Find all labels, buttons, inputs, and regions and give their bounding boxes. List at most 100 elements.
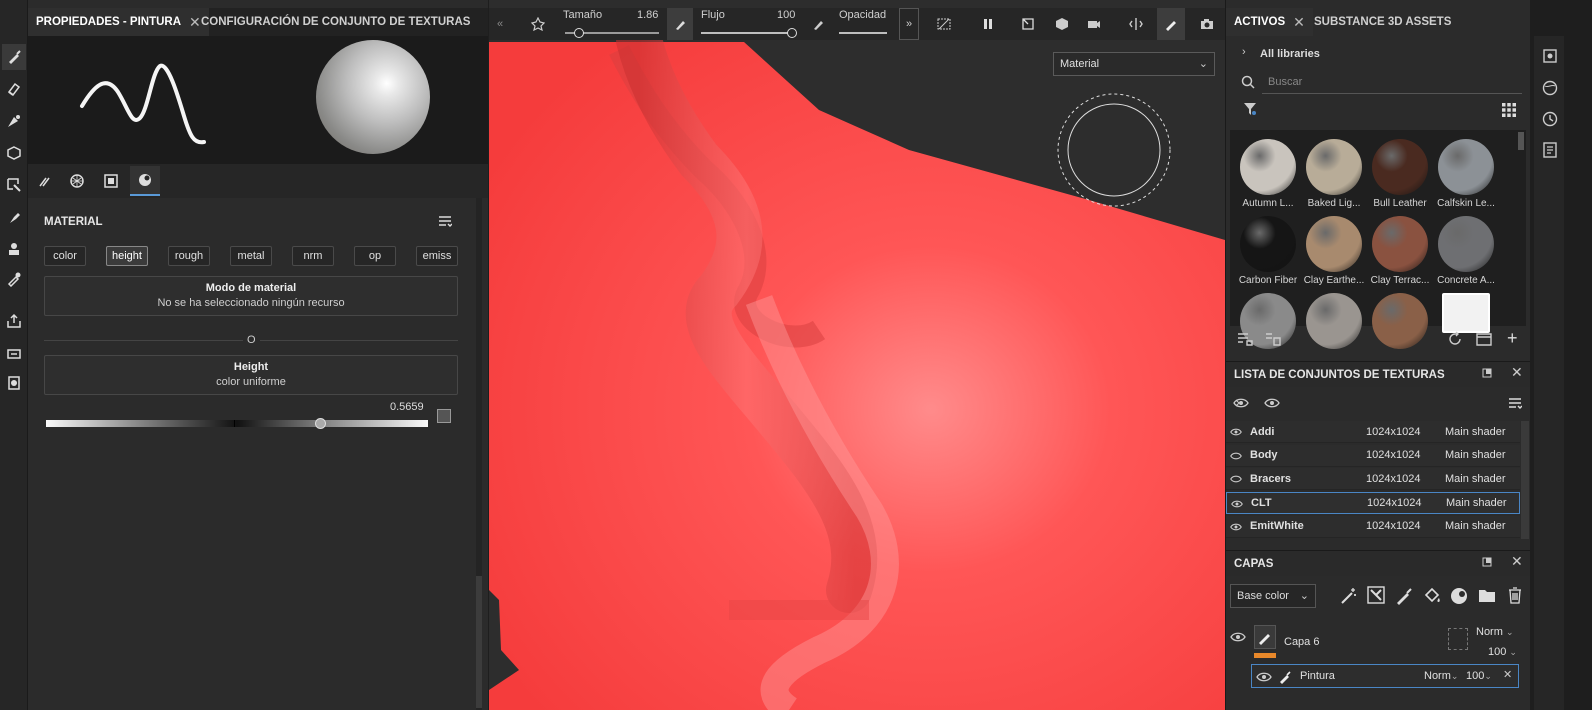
eraser-icon[interactable] <box>2 76 26 102</box>
effect-row-pintura[interactable]: Pintura Norm⌄ 100⌄ ✕ <box>1251 664 1519 688</box>
brush-icon[interactable] <box>2 44 26 70</box>
export-icon[interactable] <box>2 308 26 334</box>
expand-icon[interactable]: » <box>899 8 919 40</box>
add-effect-icon[interactable] <box>1340 587 1358 605</box>
new-folder-icon[interactable] <box>1476 331 1492 347</box>
brush-tip-icon[interactable] <box>30 166 60 196</box>
viewport-channel-select[interactable]: Material ⌄ <box>1053 52 1215 76</box>
grid-view-icon[interactable] <box>1501 102 1517 118</box>
texture-set-shader[interactable]: Main shader <box>1445 426 1506 438</box>
eye-icon[interactable] <box>1264 396 1280 410</box>
tab-texture-set-settings[interactable]: CONFIGURACIÓN DE CONJUNTO DE TEXTURAS <box>193 8 478 36</box>
texture-set-shader[interactable]: Main shader <box>1445 449 1506 461</box>
flow-slider[interactable] <box>701 32 793 34</box>
refresh-icon[interactable] <box>1447 331 1463 347</box>
close-icon[interactable]: ✕ <box>1511 364 1523 381</box>
scrollbar-thumb[interactable] <box>476 576 482 708</box>
eye-icon[interactable] <box>1230 630 1246 644</box>
texture-set-row[interactable]: EmitWhite 1024x1024 Main shader <box>1226 515 1520 538</box>
layer-blend-mode[interactable]: Norm ⌄ <box>1476 626 1514 638</box>
screenshot-icon[interactable] <box>1194 8 1220 40</box>
float-panel-icon[interactable] <box>1482 557 1492 567</box>
display-mode-icon[interactable] <box>1015 8 1041 40</box>
cube-view-icon[interactable] <box>1049 8 1075 40</box>
asset-item[interactable]: Concrete A... <box>1433 216 1499 286</box>
flow-slider-handle[interactable] <box>787 28 797 38</box>
log-icon[interactable] <box>1542 142 1558 158</box>
channel-metal-button[interactable]: metal <box>230 246 272 266</box>
delete-layer-icon[interactable] <box>1506 586 1524 604</box>
eye-icon[interactable] <box>1230 450 1242 462</box>
geometry-mask-icon[interactable] <box>2 172 26 198</box>
texture-set-shader[interactable]: Main shader <box>1445 520 1506 532</box>
color-picker-icon[interactable] <box>2 266 26 292</box>
asset-item[interactable] <box>1433 293 1499 336</box>
symmetry-icon[interactable] <box>1123 8 1149 40</box>
texture-set-row[interactable]: Body 1024x1024 Main shader <box>1226 444 1520 467</box>
tab-paint-properties[interactable]: PROPIEDADES - PINTURA ✕ <box>28 8 209 36</box>
texture-set-row[interactable]: Addi 1024x1024 Main shader <box>1226 421 1520 443</box>
float-panel-icon[interactable] <box>1482 368 1492 378</box>
settings-icon[interactable] <box>1542 48 1558 64</box>
filter-icon[interactable] <box>1243 102 1257 116</box>
close-icon[interactable]: ✕ <box>1293 14 1305 31</box>
layer-channel-select[interactable]: Base color ⌄ <box>1230 584 1316 608</box>
hide-overlay-icon[interactable] <box>931 8 957 40</box>
import-resources-icon[interactable] <box>1237 332 1253 346</box>
material-mode-icon[interactable] <box>130 166 160 196</box>
eye-icon[interactable] <box>1256 670 1272 684</box>
smudge-icon[interactable] <box>2 204 26 230</box>
height-slider-handle[interactable] <box>315 418 327 429</box>
effect-opacity[interactable]: 100⌄ <box>1466 670 1492 682</box>
eye-icon[interactable] <box>1230 426 1242 438</box>
height-source-box[interactable]: Height color uniforme <box>44 355 458 395</box>
3d-viewport[interactable] <box>489 0 1225 710</box>
bake-icon[interactable] <box>2 340 26 366</box>
close-icon[interactable]: ✕ <box>1511 553 1523 570</box>
add-mask-icon[interactable] <box>1367 586 1385 604</box>
polygon-fill-icon[interactable] <box>2 140 26 166</box>
tab-assets[interactable]: ACTIVOS ✕ <box>1226 8 1313 36</box>
pause-icon[interactable] <box>975 8 1001 40</box>
search-input[interactable]: Buscar <box>1268 76 1302 88</box>
channel-color-button[interactable]: color <box>44 246 86 266</box>
texture-set-shader[interactable]: Main shader <box>1446 497 1507 509</box>
size-slider-handle[interactable] <box>574 28 584 38</box>
camera-icon[interactable] <box>1081 8 1107 40</box>
asset-item[interactable] <box>1367 293 1433 352</box>
channel-nrm-button[interactable]: nrm <box>292 246 334 266</box>
material-mode-box[interactable]: Modo de material No se ha seleccionado n… <box>44 276 458 316</box>
asset-item[interactable]: Baked Lig... <box>1301 139 1367 209</box>
projection-icon[interactable] <box>2 108 26 134</box>
section-menu-icon[interactable] <box>438 214 452 228</box>
environment-icon[interactable] <box>1542 80 1558 96</box>
asset-item[interactable]: Clay Terrac... <box>1367 216 1433 286</box>
history-icon[interactable] <box>1542 111 1558 127</box>
mask-placeholder[interactable] <box>1448 628 1468 650</box>
texture-set-scrollbar[interactable] <box>1521 421 1529 539</box>
texture-set-row[interactable]: Bracers 1024x1024 Main shader <box>1226 468 1520 491</box>
add-folder-icon[interactable] <box>1478 587 1496 605</box>
add-fill-layer-icon[interactable] <box>1423 587 1441 605</box>
asset-item[interactable]: Autumn L... <box>1235 139 1301 209</box>
add-icon[interactable]: + <box>1507 328 1518 349</box>
toggle-visibility-icon[interactable] <box>1233 396 1249 410</box>
asset-item[interactable]: Clay Earthe... <box>1301 216 1367 286</box>
eye-icon[interactable] <box>1230 473 1242 485</box>
texture-set-menu-icon[interactable] <box>1508 396 1522 410</box>
channel-rough-button[interactable]: rough <box>168 246 210 266</box>
asset-item[interactable]: Carbon Fiber <box>1235 216 1301 286</box>
library-manager-icon[interactable] <box>1265 332 1281 346</box>
channel-height-button[interactable]: height <box>106 246 148 266</box>
alpha-icon[interactable] <box>62 166 92 196</box>
layer-opacity[interactable]: 100 ⌄ <box>1488 646 1517 658</box>
layer-row-capa-6[interactable]: Capa 6 Norm ⌄ 100 ⌄ <box>1226 620 1526 666</box>
libraries-label[interactable]: All libraries <box>1260 48 1320 60</box>
texture-set-shader[interactable]: Main shader <box>1445 473 1506 485</box>
stencil-icon[interactable] <box>96 166 126 196</box>
flow-pressure-icon[interactable] <box>805 8 831 40</box>
eye-icon[interactable] <box>1231 498 1243 510</box>
render-icon[interactable] <box>2 370 26 396</box>
close-icon[interactable]: ✕ <box>1503 668 1512 681</box>
chevron-right-icon[interactable]: › <box>1242 46 1246 58</box>
